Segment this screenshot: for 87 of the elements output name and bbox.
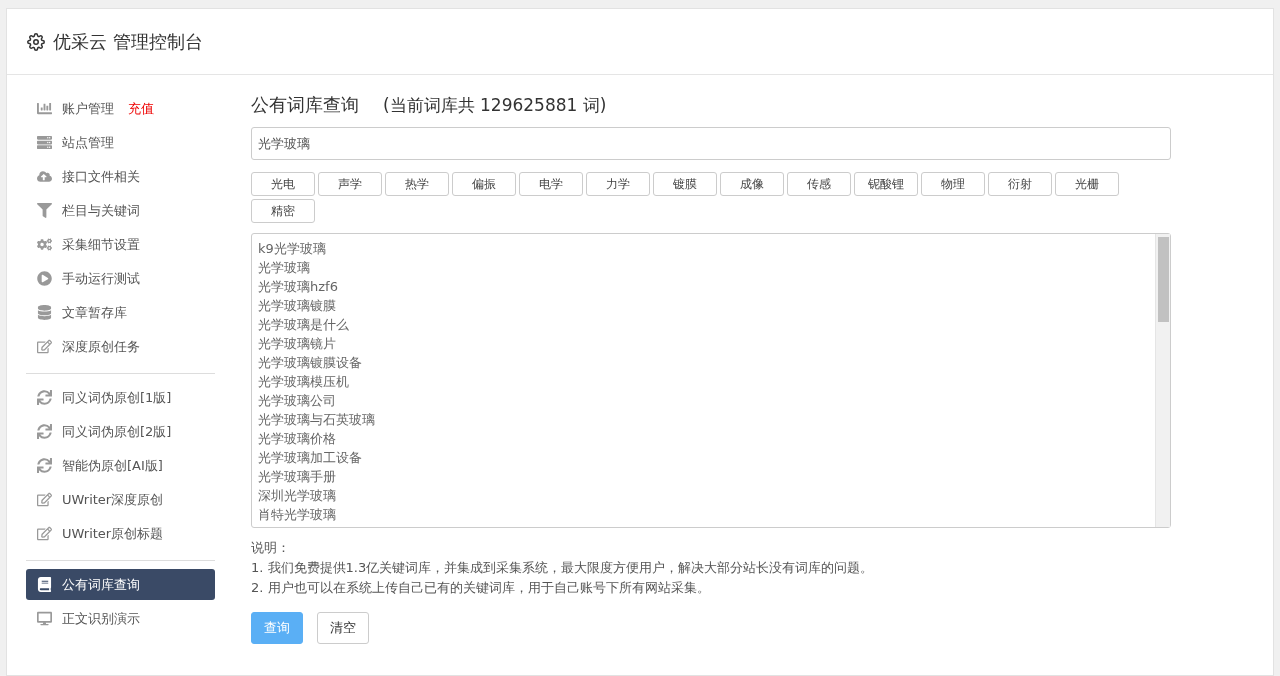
refresh-icon [37,424,52,439]
sidebar-item[interactable]: 账户管理 充值 [26,93,215,124]
sidebar-label: 手动运行测试 [62,269,140,288]
scroll-thumb[interactable] [1157,237,1169,322]
result-item[interactable]: 光学玻璃手册 [258,467,1149,486]
sidebar-label: 文章暂存库 [62,303,127,322]
result-item[interactable]: 光学玻璃镜片 [258,334,1149,353]
sidebar-item[interactable]: 深度原创任务 [26,331,215,362]
page-title: 公有词库查询 [251,93,359,117]
result-item[interactable]: 光学玻璃公司 [258,391,1149,410]
tag-button[interactable]: 热学 [385,172,449,196]
sidebar-item[interactable]: 站点管理 [26,127,215,158]
tag-button[interactable]: 铌酸锂 [854,172,918,196]
cloud-upload-icon [37,169,52,184]
sidebar-label: 智能伪原创[AI版] [62,456,163,475]
console-title: 优采云 管理控制台 [53,29,203,54]
sidebar-item[interactable]: 文章暂存库 [26,297,215,328]
sidebar-label: 栏目与关键词 [62,201,140,220]
sidebar-label: 接口文件相关 [62,167,140,186]
gears-icon [37,237,52,252]
result-item[interactable]: 光学玻璃加工设备 [258,448,1149,467]
result-item[interactable]: 深圳光学玻璃 [258,486,1149,505]
filter-icon [37,203,52,218]
sidebar-item[interactable]: UWriter深度原创 [26,484,215,515]
tag-button[interactable]: 声学 [318,172,382,196]
sidebar-item[interactable]: 接口文件相关 [26,161,215,192]
refresh-icon [37,390,52,405]
tag-button[interactable]: 衍射 [988,172,1052,196]
result-item[interactable]: 光学玻璃 [258,258,1149,277]
play-icon [37,271,52,286]
tag-button[interactable]: 传感 [787,172,851,196]
database-icon [37,305,52,320]
word-count: (当前词库共 129625881 词) [383,94,607,117]
sidebar-label: 深度原创任务 [62,337,140,356]
sidebar-item[interactable]: 手动运行测试 [26,263,215,294]
result-item[interactable]: k9光学玻璃 [258,239,1149,258]
sidebar-item[interactable]: 公有词库查询 [26,569,215,600]
tag-button[interactable]: 偏振 [452,172,516,196]
result-item[interactable]: 光学玻璃镀膜设备 [258,353,1149,372]
settings-icon [27,32,45,51]
sidebar-label: 站点管理 [62,133,114,152]
tag-button[interactable]: 光电 [251,172,315,196]
result-item[interactable]: 肖特光学玻璃 [258,505,1149,524]
sidebar-item[interactable]: 栏目与关键词 [26,195,215,226]
result-item[interactable]: 光学玻璃镀膜 [258,296,1149,315]
results-list[interactable]: k9光学玻璃 光学玻璃 光学玻璃hzf6 光学玻璃镀膜 光学玻璃是什么 光学玻璃镜片 光学玻璃镀膜设备 光学玻璃模压机 光学玻璃公司 光学玻璃与石英玻璃 光学玻璃价格 光学玻璃加工设备 光学玻璃手册 深圳光学玻璃 肖特光学玻璃 [251,233,1171,528]
sidebar-label: 公有词库查询 [62,575,140,594]
sidebar-label: UWriter原创标题 [62,524,164,543]
tag-button[interactable]: 物理 [921,172,985,196]
edit-icon [37,339,52,354]
sidebar-label: UWriter深度原创 [62,490,164,509]
sidebar-item[interactable]: 智能伪原创[AI版] [26,450,215,481]
sidebar-item[interactable]: UWriter原创标题 [26,518,215,549]
result-item[interactable]: 光学玻璃模压机 [258,372,1149,391]
tag-button[interactable]: 镀膜 [653,172,717,196]
sidebar-label: 正文识别演示 [62,609,140,628]
tag-button[interactable]: 精密 [251,199,315,223]
sidebar-item[interactable]: 采集细节设置 [26,229,215,260]
tag-button[interactable]: 光栅 [1055,172,1119,196]
result-item[interactable]: 光学玻璃价格 [258,429,1149,448]
result-item[interactable]: 光学玻璃与石英玻璃 [258,410,1149,429]
notes-title: 说明： [251,539,291,557]
sidebar-item[interactable]: 正文识别演示 [26,603,215,634]
tag-button[interactable]: 力学 [586,172,650,196]
sidebar-label: 同义词伪原创[2版] [62,422,172,441]
server-icon [37,135,52,150]
sidebar-label: 采集细节设置 [62,235,140,254]
tag-button[interactable]: 电学 [519,172,583,196]
tag-button[interactable]: 成像 [720,172,784,196]
result-item[interactable]: 光学玻璃hzf6 [258,277,1149,296]
monitor-icon [37,611,52,626]
refresh-icon [37,458,52,473]
result-item[interactable]: 光学玻璃是什么 [258,315,1149,334]
sidebar-label: 同义词伪原创[1版] [62,388,172,407]
sidebar-label: 账户管理 [62,99,114,118]
edit-icon [37,526,52,541]
recharge-link[interactable]: 充值 [128,99,154,118]
note-text: 1. 我们免费提供1.3亿关键词库，并集成到采集系统，最大限度方便用户，解决大部分站长没有词库的问题。 [251,559,875,577]
sidebar-item[interactable]: 同义词伪原创[2版] [26,416,215,447]
note-text: 2. 用户也可以在系统上传自己已有的关键词库，用于自己账号下所有网站采集。 [251,579,711,597]
scrollbar[interactable] [1155,234,1170,527]
clear-button[interactable]: 清空 [317,612,369,644]
bar-chart-icon [37,101,52,116]
edit-icon [37,492,52,507]
book-icon [37,577,52,592]
search-field[interactable]: 光学玻璃 [251,127,1171,160]
sidebar-item[interactable]: 同义词伪原创[1版] [26,382,215,413]
